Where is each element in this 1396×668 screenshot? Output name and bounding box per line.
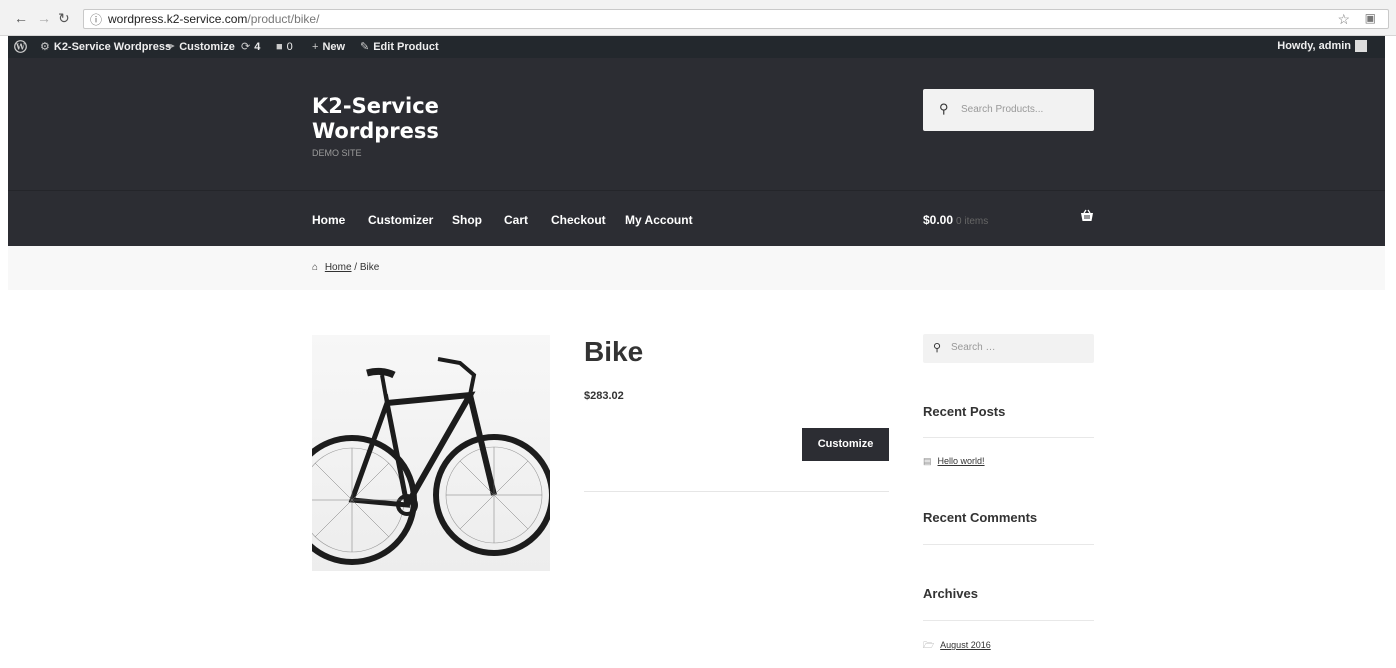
wordpress-logo-icon[interactable]: W [14,40,27,57]
info-icon[interactable]: ⓘ [90,11,102,28]
primary-navigation: Home Customizer Shop Cart Checkout My Ac… [8,190,1385,246]
recent-posts-heading: Recent Posts [923,404,1006,419]
breadcrumb-current: / Bike [354,262,380,273]
list-item: ▤ Hello world! [923,456,985,467]
customize-button[interactable]: Customize [802,428,889,461]
divider [923,437,1094,438]
list-item: 🗁 August 2016 [923,638,991,654]
divider [584,491,889,492]
admin-updates-link[interactable]: ⟳ 4 [241,40,260,54]
folder-icon: 🗁 [923,640,935,650]
breadcrumb: ⌂ Home / Bike [8,246,1385,290]
recent-comments-heading: Recent Comments [923,510,1038,525]
product-title: Bike [584,336,644,367]
bookmark-star-icon[interactable]: ☆ [1337,11,1350,28]
archive-link-august-2016[interactable]: August 2016 [940,640,991,650]
comment-icon: ■ [276,41,283,53]
url-text: wordpress.k2-service.com/product/bike/ [108,12,320,26]
cast-icon[interactable]: ▣ [1365,11,1376,25]
admin-account-menu[interactable]: Howdy, admin [1277,40,1367,53]
plus-icon: + [312,41,319,53]
nav-item-my-account[interactable]: My Account [625,213,693,227]
site-header: K2-Service Wordpress DEMO SITE ⚲ Search … [8,58,1385,190]
browser-toolbar: ← → ↻ ⓘ wordpress.k2-service.com/product… [0,0,1396,36]
document-icon: ▤ [923,456,932,466]
avatar [1355,40,1367,53]
search-icon: ⚲ [933,342,942,354]
site-title[interactable]: K2-Service Wordpress [312,94,439,144]
updates-icon: ⟳ [241,41,251,53]
home-icon: ⌂ [312,262,319,273]
nav-item-customizer[interactable]: Customizer [368,213,433,227]
admin-new-link[interactable]: + New [312,40,345,54]
site-description: DEMO SITE [312,148,362,158]
admin-customize-link[interactable]: ✒ Customize [166,40,235,54]
product-image[interactable] [312,335,550,571]
nav-item-checkout[interactable]: Checkout [551,213,606,227]
admin-edit-product-link[interactable]: ✎ Edit Product [360,40,439,54]
admin-site-link[interactable]: ⚙ K2-Service Wordpress [40,40,171,54]
dashboard-icon: ⚙ [40,41,50,53]
product-price: $283.02 [584,390,624,402]
archives-heading: Archives [923,586,978,601]
svg-text:W: W [15,42,26,52]
product-search-input[interactable]: ⚲ Search Products... [923,89,1094,131]
nav-item-home[interactable]: Home [312,213,345,227]
breadcrumb-home-link[interactable]: Home [325,262,352,273]
forward-arrow-icon[interactable]: → [37,9,51,27]
header-cart-link[interactable]: $0.00 0 items [923,213,988,227]
pencil-icon: ✎ [360,41,370,53]
nav-item-shop[interactable]: Shop [452,213,482,227]
admin-comments-link[interactable]: ■ 0 [276,40,293,54]
search-icon: ⚲ [939,101,949,116]
divider [923,620,1094,621]
basket-icon[interactable] [1080,209,1094,225]
divider [923,544,1094,545]
address-bar[interactable]: ⓘ wordpress.k2-service.com/product/bike/… [83,9,1389,29]
back-arrow-icon[interactable]: ← [14,9,28,27]
reload-icon[interactable]: ↻ [58,9,70,27]
web-page: W ⚙ K2-Service Wordpress ✒ Customize ⟳ 4 ■ 0… [8,36,1385,668]
brush-icon: ✒ [166,41,176,53]
wp-admin-bar: W ⚙ K2-Service Wordpress ✒ Customize ⟳ 4 ■ 0… [8,36,1385,58]
sidebar-search-input[interactable]: ⚲ Search … [923,334,1094,363]
nav-item-cart[interactable]: Cart [504,213,528,227]
post-link-hello-world[interactable]: Hello world! [938,456,985,466]
